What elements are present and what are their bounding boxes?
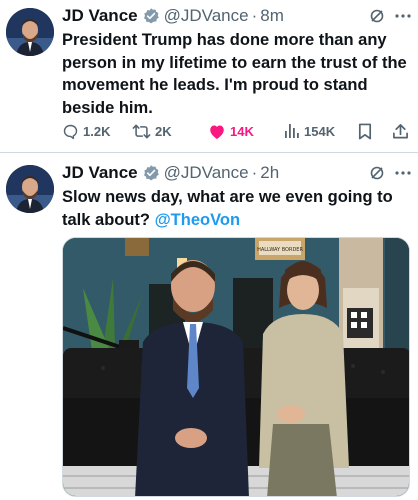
repost-button[interactable]: 2K xyxy=(132,121,172,141)
avatar[interactable] xyxy=(6,8,54,56)
avatar[interactable] xyxy=(6,165,54,213)
grok-icon[interactable] xyxy=(368,5,386,27)
separator: · xyxy=(251,6,258,25)
share-button[interactable] xyxy=(392,121,413,141)
like-count: 14K xyxy=(230,123,254,139)
tweet-header: JD Vance @JDVance · 8m xyxy=(62,5,284,27)
repost-icon xyxy=(132,124,151,138)
photo-illustration: HALLWAY BORDER xyxy=(63,238,409,496)
heart-icon xyxy=(210,125,224,139)
bookmark-button[interactable] xyxy=(358,121,376,141)
tweet-header: JD Vance @JDVance · 2h xyxy=(62,162,279,184)
like-button[interactable]: 14K xyxy=(208,121,254,141)
bookmark-icon xyxy=(358,123,372,139)
views-button[interactable]: 154K xyxy=(284,121,335,141)
author-name[interactable]: JD Vance xyxy=(62,6,138,26)
tweet[interactable]: JD Vance @JDVance · 8m President Trump h… xyxy=(0,0,418,152)
views-count: 154K xyxy=(304,123,336,139)
reply-count: 1.2K xyxy=(83,123,111,139)
separator: · xyxy=(251,163,258,182)
poster-text: HALLWAY BORDER xyxy=(257,247,303,253)
author-handle[interactable]: @JDVance xyxy=(164,163,249,183)
timestamp[interactable]: 2h xyxy=(260,163,279,183)
tweet-text: President Trump has done more than any p… xyxy=(62,31,407,117)
tweet-photo[interactable]: HALLWAY BORDER xyxy=(62,237,410,497)
more-icon[interactable] xyxy=(394,5,412,27)
tweet-actions: 1.2K 2K 14K 154K xyxy=(62,121,412,141)
author-name[interactable]: JD Vance xyxy=(62,163,138,183)
views-icon xyxy=(285,124,299,138)
more-icon[interactable] xyxy=(394,162,412,184)
tweet[interactable]: JD Vance @JDVance · 2h Slow news day, wh… xyxy=(0,153,418,500)
mention-link[interactable]: @TheoVon xyxy=(155,211,240,229)
repost-count: 2K xyxy=(155,123,172,139)
tweet-text: Slow news day, what are we even going to… xyxy=(62,186,414,231)
verified-badge-icon xyxy=(142,164,160,182)
grok-icon[interactable] xyxy=(368,162,386,184)
reply-button[interactable]: 1.2K xyxy=(62,121,110,141)
verified-badge-icon xyxy=(142,7,160,25)
author-handle[interactable]: @JDVance xyxy=(164,6,249,26)
timestamp[interactable]: 8m xyxy=(260,6,284,26)
reply-icon xyxy=(63,124,78,139)
share-icon xyxy=(393,123,408,138)
